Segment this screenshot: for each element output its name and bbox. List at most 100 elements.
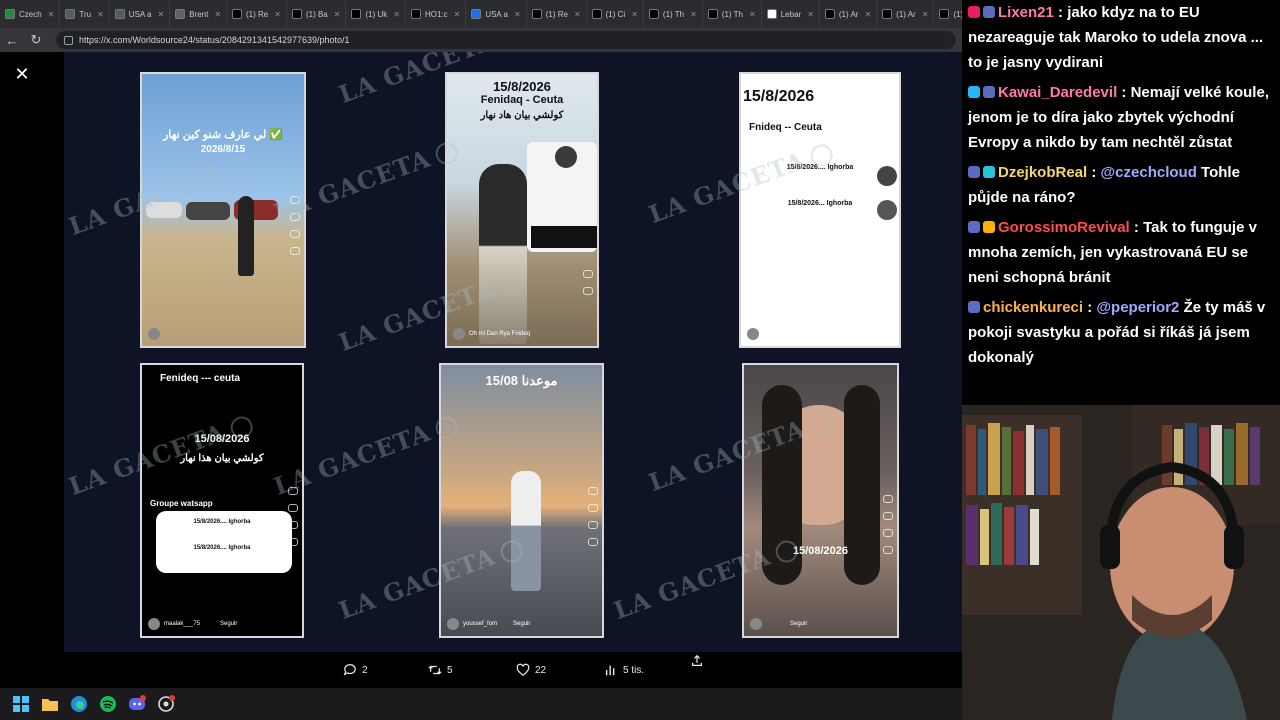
browser-tab[interactable]: (1) Ci ✕ xyxy=(587,0,644,28)
file-explorer-icon[interactable] xyxy=(41,695,59,713)
share-icon xyxy=(692,654,702,666)
tab-close-icon[interactable]: ✕ xyxy=(48,10,55,19)
views-button[interactable]: 5 tis. xyxy=(604,663,644,677)
tab-favicon-icon xyxy=(291,9,302,19)
thumb-caption: موعدنا 15/08 xyxy=(485,373,558,388)
chat-badge-icon xyxy=(968,221,980,233)
thumb-line-2: 15/8/2026.... Ighorba xyxy=(193,545,251,551)
url-field[interactable]: https://x.com/Worldsource24/status/20842… xyxy=(56,31,956,49)
chat-username[interactable]: Kawai_Daredevil xyxy=(998,84,1117,101)
browser-tab[interactable]: Lebar ✕ xyxy=(762,0,820,28)
share-button[interactable] xyxy=(690,654,704,668)
chat-badge-icon xyxy=(968,301,980,313)
tab-close-icon[interactable]: ✕ xyxy=(97,10,104,19)
back-button[interactable]: ← xyxy=(0,28,24,52)
close-icon[interactable]: ✕ xyxy=(12,64,32,84)
chat-username[interactable]: chickenkureci xyxy=(983,299,1083,316)
thumb-line-1: 15/8/2026.... Ighorba xyxy=(193,519,251,525)
tab-favicon-icon xyxy=(648,9,659,19)
tab-close-icon[interactable]: ✕ xyxy=(334,10,341,19)
browser-tab[interactable]: (1) Ba ✕ xyxy=(287,0,347,28)
tab-close-icon[interactable]: ✕ xyxy=(274,10,281,19)
browser-tab[interactable]: (1) Th ✕ xyxy=(644,0,703,28)
tab-favicon-icon xyxy=(939,9,950,19)
thumb-date: 15/8/2026 xyxy=(743,88,815,105)
browser-tab[interactable]: Tru ✕ xyxy=(60,0,110,28)
tab-close-icon[interactable]: ✕ xyxy=(631,10,638,19)
tab-label: Lebar xyxy=(780,9,802,19)
view-count: 5 tis. xyxy=(623,664,645,676)
tab-favicon-icon xyxy=(351,9,362,19)
chat-username[interactable]: Lixen21 xyxy=(998,4,1054,21)
chat-badge-icon xyxy=(983,166,995,178)
discord-icon[interactable] xyxy=(128,695,146,713)
tab-favicon-icon xyxy=(114,9,125,19)
tab-favicon-icon xyxy=(232,9,243,19)
tab-close-icon[interactable]: ✕ xyxy=(454,10,461,19)
spotify-icon[interactable] xyxy=(99,695,117,713)
app-icon[interactable] xyxy=(157,695,175,713)
tab-label: (1) Ar xyxy=(896,9,916,19)
tab-label: (1) Ar xyxy=(838,9,859,19)
reply-button[interactable]: 2 xyxy=(343,663,368,677)
browser-tab[interactable]: (1) Re ✕ xyxy=(227,0,287,28)
browser-tab[interactable]: (1) Th ✕ xyxy=(703,0,762,28)
browser-tab[interactable]: (1) Za✕ xyxy=(934,0,962,28)
tab-favicon-icon xyxy=(471,9,482,19)
chat-mention[interactable]: @czechcloud xyxy=(1101,164,1197,181)
tab-close-icon[interactable]: ✕ xyxy=(514,10,521,19)
like-button[interactable]: 22 xyxy=(516,663,546,677)
chat-message: Lixen21 : jako kdyz na to EU nezareaguje… xyxy=(968,4,1264,71)
tab-close-icon[interactable]: ✕ xyxy=(922,10,929,19)
tab-favicon-icon xyxy=(591,9,602,19)
tab-close-icon[interactable]: ✕ xyxy=(690,10,697,19)
edge-browser-icon[interactable] xyxy=(70,695,88,713)
thumb-user: Oh mi Dan Rya Fnideq xyxy=(453,328,530,340)
tab-close-icon[interactable]: ✕ xyxy=(864,10,871,19)
browser-tab[interactable]: (1) Re ✕ xyxy=(527,0,587,28)
tweet-photo[interactable]: لي عارف شنو كين نهار ✅ 2026/8/15 15/8/20… xyxy=(64,52,962,652)
tab-label: (1) Re xyxy=(246,9,269,19)
tab-label: USA a xyxy=(128,9,152,19)
video-thumbnail-6: 15/08/2026 Seguir xyxy=(742,363,899,638)
thumb-actions xyxy=(588,486,598,546)
repost-icon xyxy=(428,665,442,675)
browser-tab[interactable]: (1) Ar ✕ xyxy=(877,0,935,28)
tab-favicon-icon xyxy=(824,9,835,19)
thumb-caption: كولشي بيان هاد نهار xyxy=(480,110,564,121)
tab-close-icon[interactable]: ✕ xyxy=(807,10,814,19)
chat-badge-icon xyxy=(983,6,995,18)
tab-close-icon[interactable]: ✕ xyxy=(749,10,756,19)
heart-icon xyxy=(516,663,530,676)
webcam-image xyxy=(962,405,1280,720)
tab-label: (1) Ba xyxy=(305,9,328,19)
tab-favicon-icon xyxy=(882,9,893,19)
reload-button[interactable]: ↻ xyxy=(24,28,48,52)
repost-button[interactable]: 5 xyxy=(428,663,453,677)
chat-username[interactable]: DzejkobReal xyxy=(998,164,1087,181)
photo-viewer: ✕ لي عارف شنو كين نهار ✅ 2026/8/15 15/8/… xyxy=(0,52,962,688)
tab-close-icon[interactable]: ✕ xyxy=(157,10,164,19)
tab-label: (1) Uk xyxy=(365,9,388,19)
video-thumbnail-5: موعدنا 15/08 youssef_fom Seguir xyxy=(439,363,604,638)
chat-mention[interactable]: @peperior2 xyxy=(1096,299,1179,316)
tab-bar: Czech ✕ Tru ✕ USA a ✕ Brent ✕ (1) Re ✕ (1) Ba ✕ (1) … xyxy=(0,0,962,28)
browser-tab[interactable]: (1) Ar ✕ xyxy=(820,0,878,28)
chat-username[interactable]: GorossimoRevival xyxy=(998,219,1130,236)
chat-message: chickenkureci : @peperior2 Že ty máš v p… xyxy=(968,299,1266,366)
site-info-icon[interactable] xyxy=(64,35,73,45)
tab-close-icon[interactable]: ✕ xyxy=(214,10,221,19)
windows-start-icon[interactable] xyxy=(12,695,30,713)
browser-tab[interactable]: (1) Uk ✕ xyxy=(346,0,406,28)
browser-tab[interactable]: USA a ✕ xyxy=(110,0,171,28)
browser-tab[interactable]: Czech ✕ xyxy=(0,0,61,28)
tab-close-icon[interactable]: ✕ xyxy=(574,10,581,19)
browser-tab[interactable]: HO1:c ✕ xyxy=(406,0,467,28)
chat-badge-icon xyxy=(983,221,995,233)
browser-window: Czech ✕ Tru ✕ USA a ✕ Brent ✕ (1) Re ✕ (1) Ba ✕ (1) … xyxy=(0,0,962,688)
thumb-subtitle: Fenidaq - Ceuta xyxy=(480,94,564,106)
browser-tab[interactable]: USA a ✕ xyxy=(466,0,527,28)
thumb-user xyxy=(148,328,160,340)
tab-close-icon[interactable]: ✕ xyxy=(393,10,400,19)
browser-tab[interactable]: Brent ✕ xyxy=(170,0,228,28)
